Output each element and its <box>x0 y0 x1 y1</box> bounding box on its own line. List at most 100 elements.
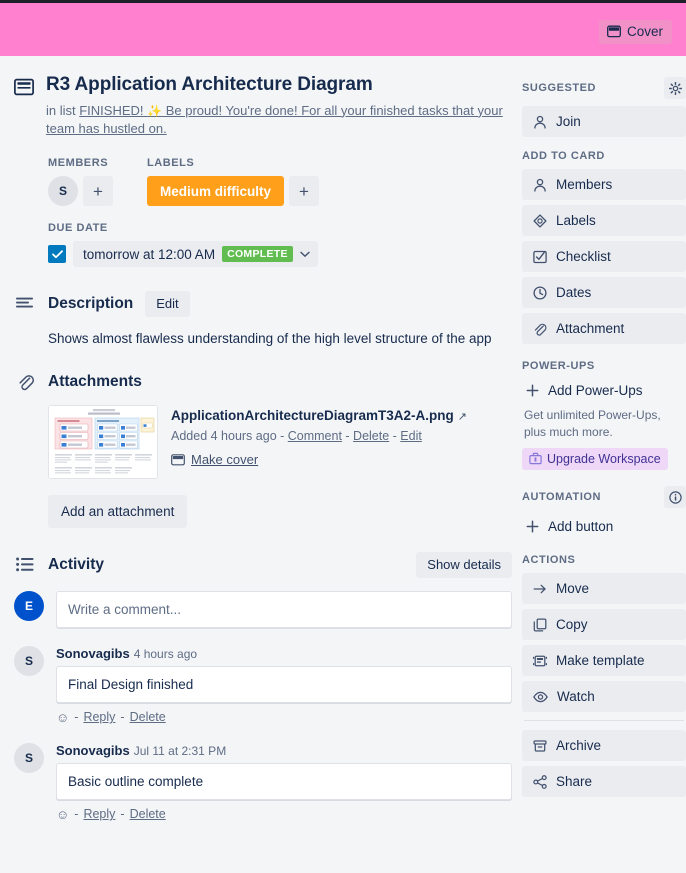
sidebar-item-join[interactable]: Join <box>522 106 686 137</box>
sidebar-add-to-card-heading: ADD TO CARD <box>522 150 605 162</box>
label-chip[interactable]: Medium difficulty <box>147 176 284 207</box>
sep: - <box>120 807 125 822</box>
avatar[interactable]: S <box>48 176 78 207</box>
sidebar-item-label: Dates <box>556 285 592 300</box>
add-label-button[interactable]: + <box>289 176 319 207</box>
sidebar-item-move[interactable]: Move <box>522 573 686 605</box>
external-link-icon[interactable]: ↗ <box>458 411 467 423</box>
attachments-body: ApplicationArchitectureDiagramT3A2-A.png… <box>14 405 512 529</box>
activity-icon <box>14 557 36 572</box>
avatar[interactable]: S <box>14 742 44 773</box>
emoji-icon[interactable]: ☺ <box>56 807 69 822</box>
comment-input[interactable]: Write a comment... <box>56 590 512 628</box>
sidebar-item-make-template[interactable]: Make template <box>522 645 686 677</box>
template-icon <box>533 654 547 668</box>
reply-link[interactable]: Reply <box>83 710 115 724</box>
make-cover-link[interactable]: Make cover <box>191 452 258 467</box>
comment-author[interactable]: Sonovagibs <box>56 743 130 758</box>
share-icon <box>533 774 547 789</box>
attachment-delete-link[interactable]: Delete <box>353 429 389 443</box>
sidebar-item-dates[interactable]: Dates <box>522 277 686 308</box>
delete-link[interactable]: Delete <box>130 710 166 724</box>
due-date-section: DUE DATE tomorrow at 12:00 AM COMPLETE <box>14 222 512 268</box>
sidebar-item-share[interactable]: Share <box>522 766 686 798</box>
chevron-down-icon <box>300 251 310 258</box>
show-details-button[interactable]: Show details <box>416 552 512 578</box>
attachment-edit-link[interactable]: Edit <box>400 429 422 443</box>
comment-composer: E Write a comment... <box>14 590 512 628</box>
comment-actions: ☺ - Reply - Delete <box>56 807 512 822</box>
add-attachment-button[interactable]: Add an attachment <box>48 495 188 529</box>
clock-icon <box>533 285 547 300</box>
activity-item: S Sonovagibs Jul 11 at 2:31 PM Basic outl… <box>14 742 512 822</box>
emoji-icon[interactable]: ☺ <box>56 710 69 725</box>
upgrade-workspace-button[interactable]: Upgrade Workspace <box>522 447 668 470</box>
description-title: Description <box>48 295 134 313</box>
card-sidebar: SUGGESTED Join ADD TO CARD Members Label… <box>512 66 686 822</box>
edit-description-button[interactable]: Edit <box>145 291 190 317</box>
delete-link[interactable]: Delete <box>130 807 166 821</box>
attachment-thumbnail[interactable] <box>48 405 158 480</box>
gear-icon[interactable] <box>664 77 686 99</box>
members-labels-row: MEMBERS S + LABELS Medium difficulty + <box>14 157 512 207</box>
card-detail-page: Cover R3 Application Architecture Diagra… <box>0 0 686 873</box>
sidebar-item-members[interactable]: Members <box>522 169 686 200</box>
attachment-item: ApplicationArchitectureDiagramT3A2-A.png… <box>48 405 512 480</box>
sidebar-item-copy[interactable]: Copy <box>522 609 686 641</box>
members-section: MEMBERS S + <box>48 157 113 207</box>
sep: - <box>74 710 79 725</box>
due-date-pill[interactable]: tomorrow at 12:00 AM COMPLETE <box>73 241 318 268</box>
list-name-link[interactable]: FINISHED! <box>79 103 147 118</box>
sidebar-item-labels[interactable]: Labels <box>522 205 686 236</box>
list-emoji[interactable]: ✨ <box>147 104 162 118</box>
sidebar-item-checklist[interactable]: Checklist <box>522 241 686 272</box>
page-title: R3 Application Architecture Diagram <box>46 74 373 95</box>
sep: - <box>120 710 125 725</box>
description-text[interactable]: Shows almost flawless understanding of t… <box>48 329 512 349</box>
info-icon[interactable] <box>664 486 686 509</box>
plus-icon <box>526 520 539 533</box>
sep: - <box>74 807 79 822</box>
reply-link[interactable]: Reply <box>83 807 115 821</box>
activity-body: Sonovagibs Jul 11 at 2:31 PM Basic outlin… <box>56 743 512 822</box>
card-main-column: R3 Application Architecture Diagram in l… <box>0 66 512 822</box>
sidebar-automation-heading-row: AUTOMATION <box>522 486 686 509</box>
description-section: Description Edit Shows almost flawless u… <box>14 291 512 349</box>
comment-text[interactable]: Basic outline complete <box>56 762 512 800</box>
briefcase-icon <box>529 452 542 465</box>
description-body: Shows almost flawless understanding of t… <box>14 329 512 349</box>
eye-icon <box>533 691 548 703</box>
status-badge: COMPLETE <box>222 246 293 263</box>
members-heading: MEMBERS <box>48 157 109 170</box>
sidebar-item-label: Move <box>556 581 590 597</box>
sidebar-item-archive[interactable]: Archive <box>522 730 686 762</box>
sidebar-add-to-card-group: ADD TO CARD Members Labels Checklist Dat… <box>522 150 686 344</box>
sidebar-item-attachment[interactable]: Attachment <box>522 313 686 344</box>
sidebar-item-label: Archive <box>556 738 602 754</box>
attachment-comment-link[interactable]: Comment <box>288 429 342 443</box>
add-power-ups-label: Add Power-Ups <box>548 383 643 398</box>
due-date-checkbox[interactable] <box>48 245 66 264</box>
attachment-name[interactable]: ApplicationArchitectureDiagramT3A2-A.png <box>171 408 454 423</box>
cover-icon <box>607 25 621 38</box>
activity-section: Activity Show details E Write a comment.… <box>14 552 512 822</box>
labels-chips: Medium difficulty + <box>147 176 319 207</box>
comment-timestamp: Jul 11 at 2:31 PM <box>133 743 227 758</box>
sidebar-suggested-heading-row: SUGGESTED <box>522 77 686 99</box>
sidebar-powerups-heading: POWER-UPS <box>522 360 595 372</box>
cover-button-label: Cover <box>626 24 663 39</box>
comment-text[interactable]: Final Design finished <box>56 665 512 703</box>
add-power-ups-button[interactable]: Add Power-Ups <box>522 379 686 402</box>
sep-1: - <box>276 429 288 444</box>
comment-author[interactable]: Sonovagibs <box>56 646 130 661</box>
avatar[interactable]: S <box>14 645 44 676</box>
avatar[interactable]: E <box>14 590 44 621</box>
sidebar-item-label: Labels <box>556 213 596 228</box>
sidebar-item-watch[interactable]: Watch <box>522 681 686 713</box>
archive-icon <box>533 739 547 753</box>
cover-button[interactable]: Cover <box>598 20 672 44</box>
make-cover-row[interactable]: Make cover <box>171 452 467 467</box>
add-button-button[interactable]: Add button <box>522 515 686 538</box>
sidebar-item-label: Watch <box>557 689 595 705</box>
add-member-button[interactable]: + <box>83 176 113 207</box>
